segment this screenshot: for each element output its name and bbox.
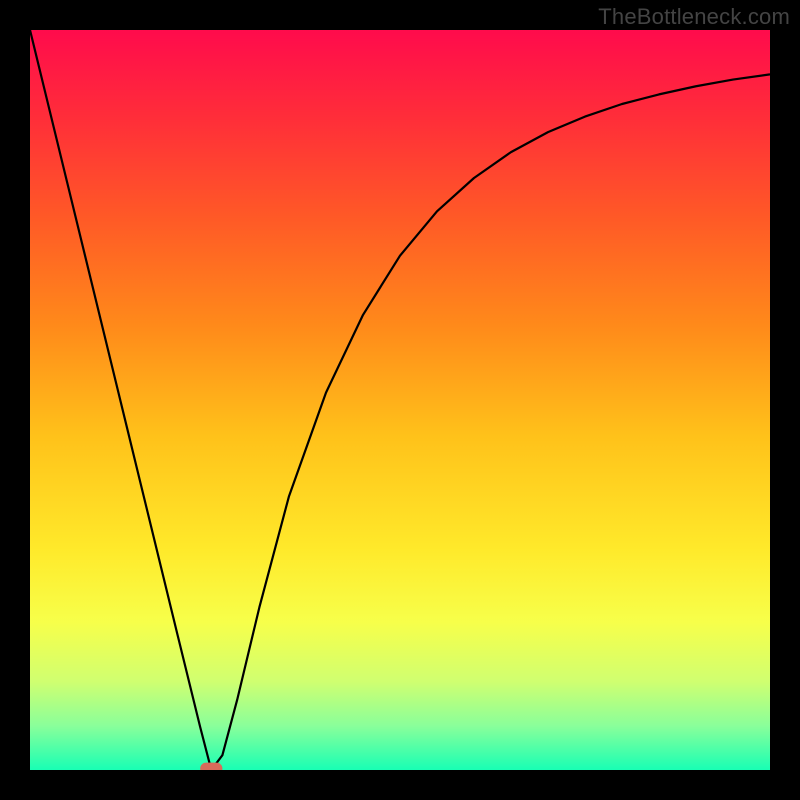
gradient-background xyxy=(30,30,770,770)
chart-frame: TheBottleneck.com xyxy=(0,0,800,800)
watermark-text: TheBottleneck.com xyxy=(598,4,790,30)
marker-min-point xyxy=(200,763,222,770)
plot-area xyxy=(30,30,770,770)
chart-svg xyxy=(30,30,770,770)
